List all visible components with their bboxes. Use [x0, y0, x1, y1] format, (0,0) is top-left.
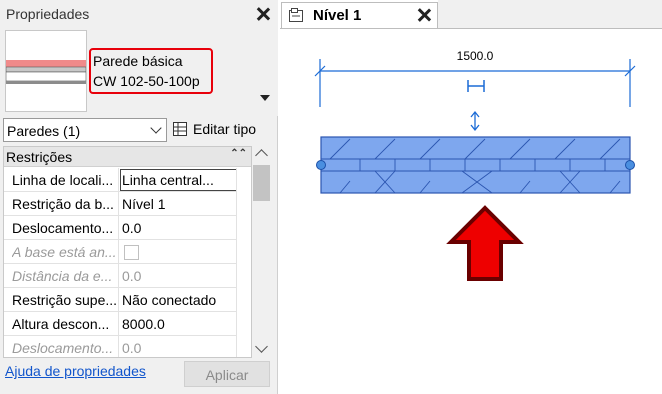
close-icon[interactable]: [417, 8, 431, 22]
properties-header: Propriedades: [0, 0, 278, 28]
wall-end-grip[interactable]: [625, 160, 635, 170]
tab-label: Nível 1: [313, 7, 362, 24]
properties-scrollbar[interactable]: [252, 146, 272, 358]
property-value[interactable]: Linha central...: [122, 172, 234, 188]
base-attached-checkbox: [124, 245, 139, 260]
flip-arrows-icon[interactable]: [470, 110, 480, 132]
chevron-down-icon[interactable]: [150, 122, 162, 134]
property-value[interactable]: Nível 1: [122, 196, 234, 212]
dimension-annotation[interactable]: 1500.0: [314, 49, 636, 107]
property-name: Restrição supe...: [12, 292, 118, 308]
tab-nivel-1[interactable]: Nível 1: [281, 2, 438, 28]
property-row: Deslocamento... 0.0: [4, 336, 251, 357]
edit-type-icon: [173, 122, 187, 136]
type-name: CW 102-50-100p: [93, 73, 200, 89]
section-label: Restrições: [6, 149, 73, 165]
dimension-text[interactable]: 1500.0: [457, 49, 494, 63]
property-value: 0.0: [122, 340, 142, 356]
red-arrow-icon: [446, 205, 524, 281]
property-value: 0.0: [122, 268, 142, 284]
properties-title: Propriedades: [6, 6, 90, 22]
property-value[interactable]: 8000.0: [122, 316, 234, 332]
property-name: Distância da e...: [12, 268, 113, 284]
property-row[interactable]: Deslocamento... 0.0: [4, 216, 251, 240]
property-row: A base está an...: [4, 240, 251, 264]
property-name: Deslocamento...: [12, 340, 114, 356]
scroll-down-icon[interactable]: [255, 340, 268, 353]
section-restricoes[interactable]: Restrições ⌃⌃: [4, 147, 251, 167]
instance-filter-value: Paredes (1): [7, 123, 81, 139]
view-tab-icon: [289, 8, 303, 22]
close-icon[interactable]: [256, 7, 270, 21]
properties-help-link[interactable]: Ajuda de propriedades: [5, 363, 146, 379]
edit-type-label: Editar tipo: [193, 121, 257, 137]
tab-strip: [438, 0, 662, 28]
selected-wall[interactable]: [320, 136, 631, 194]
property-name: Altura descon...: [12, 316, 110, 332]
type-dropdown-icon[interactable]: [260, 95, 270, 101]
type-family-name: Parede básica: [93, 53, 183, 69]
drag-dimension-icon[interactable]: [467, 80, 485, 92]
property-name: Deslocamento...: [12, 220, 114, 236]
type-selector[interactable]: Parede básica CW 102-50-100p: [0, 28, 278, 116]
apply-label: Aplicar: [205, 367, 249, 383]
drawing-view[interactable]: 1500.0: [280, 28, 662, 394]
property-name: A base está an...: [12, 244, 117, 260]
property-row[interactable]: Linha de locali... Linha central...: [4, 168, 251, 192]
wall-type-preview: [5, 30, 87, 112]
wall-end-grip[interactable]: [316, 160, 326, 170]
property-value[interactable]: 0.0: [122, 220, 234, 236]
instance-filter-select[interactable]: Paredes (1): [3, 118, 167, 142]
properties-grid: Restrições ⌃⌃ Linha de locali... Linha c…: [3, 146, 252, 358]
property-value[interactable]: Não conectado: [122, 292, 234, 308]
property-name: Restrição da b...: [12, 196, 114, 212]
property-row[interactable]: Restrição supe... Não conectado: [4, 288, 251, 312]
scroll-up-icon[interactable]: [255, 149, 268, 162]
edit-type-button[interactable]: Editar tipo: [170, 118, 274, 142]
selector-row: Paredes (1) Editar tipo: [0, 116, 278, 144]
scroll-thumb[interactable]: [253, 165, 270, 201]
properties-panel: Propriedades Parede básica CW 102-50-100…: [0, 0, 278, 394]
property-name: Linha de locali...: [12, 172, 114, 188]
property-row: Distância da e... 0.0: [4, 264, 251, 288]
property-row[interactable]: Altura descon... 8000.0: [4, 312, 251, 336]
collapse-icon[interactable]: ⌃⌃: [230, 148, 247, 159]
apply-button[interactable]: Aplicar: [184, 361, 270, 387]
property-row[interactable]: Restrição da b... Nível 1: [4, 192, 251, 216]
